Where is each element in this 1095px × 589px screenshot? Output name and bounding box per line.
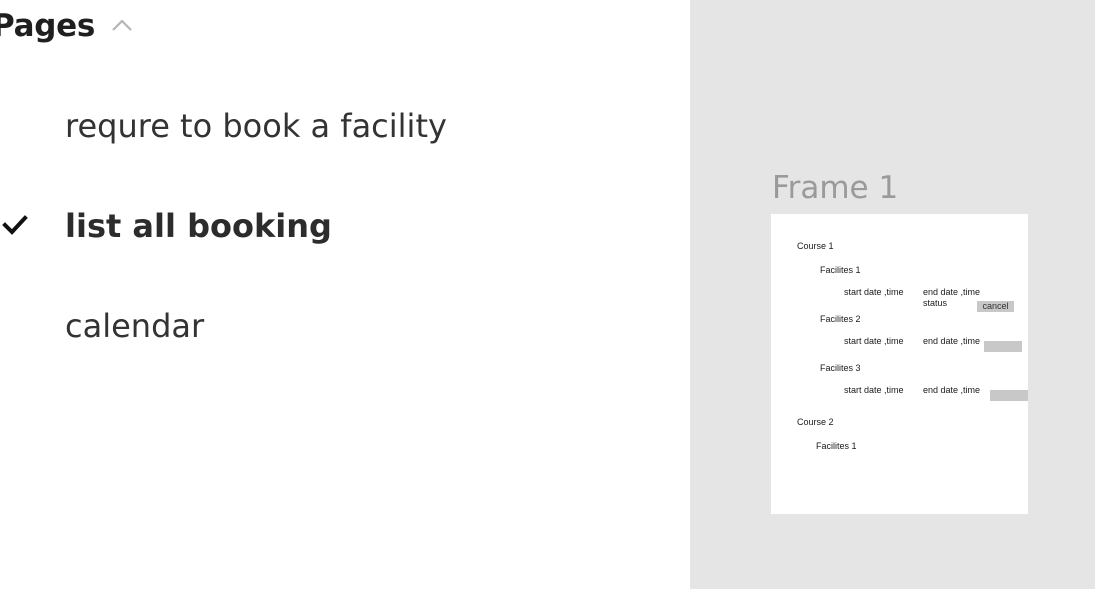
end-datetime: end date ,time xyxy=(923,287,981,297)
pages-title: Pages xyxy=(0,8,95,44)
page-item-label: requre to book a facility xyxy=(65,107,447,145)
chevron-up-icon[interactable] xyxy=(109,13,135,39)
canvas-area[interactable]: Frame 1 Course 1 Facilites 1 start date … xyxy=(690,0,1095,589)
start-datetime: start date ,time xyxy=(844,336,904,346)
facility-label: Facilites 1 xyxy=(820,265,861,275)
frame-thumbnail[interactable]: Course 1 Facilites 1 start date ,time en… xyxy=(771,214,1028,514)
facility-label: Facilites 3 xyxy=(820,363,861,373)
facility-label: Facilites 2 xyxy=(820,314,861,324)
frame-title[interactable]: Frame 1 xyxy=(772,170,898,206)
status-text: status xyxy=(923,298,948,308)
course-label: Course 2 xyxy=(797,417,834,427)
end-datetime: end date ,time xyxy=(923,336,981,346)
facility-label: Facilites 1 xyxy=(816,441,857,451)
course-label: Course 1 xyxy=(797,241,834,251)
start-datetime: start date ,time xyxy=(844,287,904,297)
action-button[interactable] xyxy=(984,341,1022,352)
action-button[interactable] xyxy=(990,390,1028,401)
page-item-list-all-booking[interactable]: list all booking xyxy=(0,204,640,248)
page-item-label: calendar xyxy=(65,307,205,345)
end-datetime: end date ,time xyxy=(923,385,981,395)
pages-panel: Pages requre to book a facility list all… xyxy=(0,0,690,589)
page-item-requre-to-book[interactable]: requre to book a facility xyxy=(0,104,640,148)
checkmark-icon xyxy=(2,215,28,235)
page-item-calendar[interactable]: calendar xyxy=(0,304,640,348)
page-item-label: list all booking xyxy=(65,207,332,245)
start-datetime: start date ,time xyxy=(844,385,904,395)
pages-header[interactable]: Pages xyxy=(0,6,135,46)
cancel-button[interactable]: cancel xyxy=(977,301,1014,312)
